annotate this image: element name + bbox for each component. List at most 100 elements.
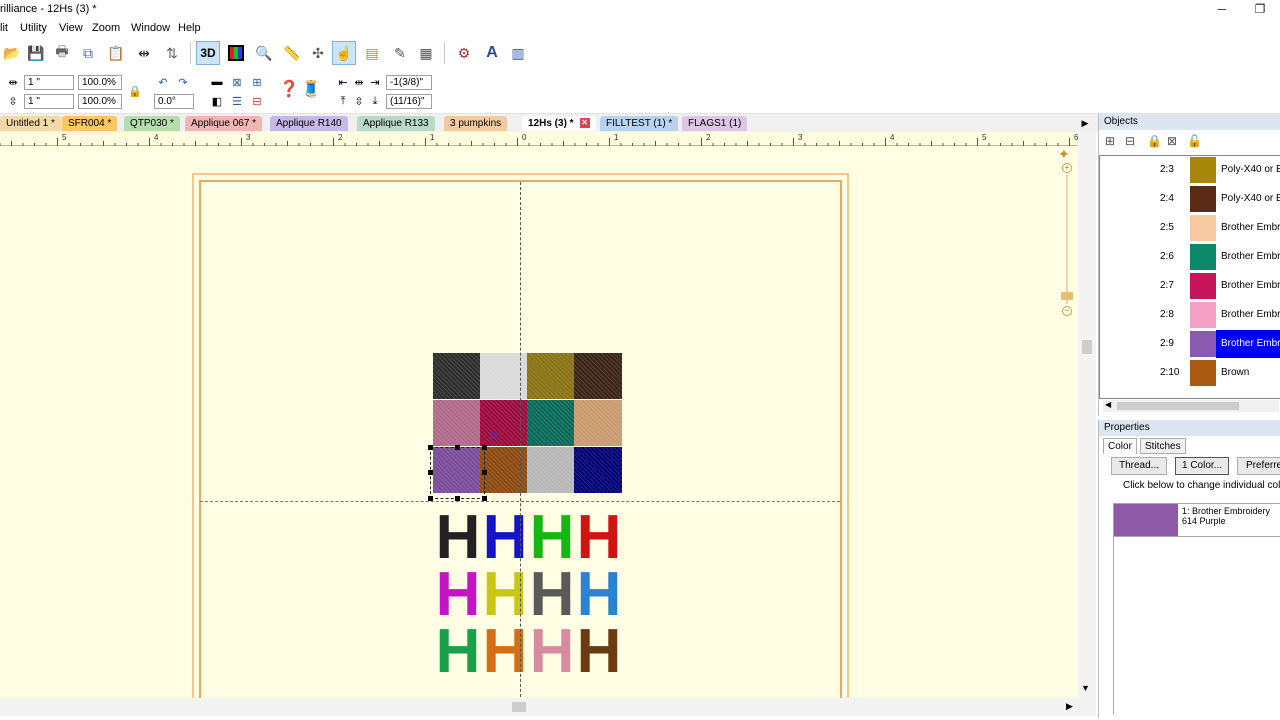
fit-icon[interactable]: ⊠ bbox=[228, 73, 246, 91]
color-swatch[interactable] bbox=[574, 400, 622, 446]
h-letter[interactable]: H bbox=[481, 621, 529, 683]
position-x-field[interactable]: -1(3/8)" bbox=[386, 75, 432, 90]
resize-handle[interactable] bbox=[428, 445, 433, 450]
align-left-icon[interactable]: ◧ bbox=[208, 92, 226, 110]
resize-handle[interactable] bbox=[428, 496, 433, 501]
gear-icon[interactable]: ⚙ bbox=[452, 41, 476, 65]
menu-help[interactable]: Help bbox=[178, 22, 201, 34]
preferences-button[interactable]: Preferre bbox=[1237, 457, 1280, 475]
h-letter[interactable]: H bbox=[528, 564, 576, 626]
height-percent-field[interactable]: 100.0% bbox=[78, 94, 122, 109]
h-letter[interactable]: H bbox=[575, 564, 623, 626]
export-icon[interactable]: ▥ bbox=[506, 41, 530, 65]
object-color-swatch[interactable] bbox=[1190, 244, 1216, 270]
menu-zoom[interactable]: Zoom bbox=[92, 22, 120, 34]
rotation-field[interactable]: 0.0° bbox=[154, 94, 194, 109]
open-folder-icon[interactable]: 📂 bbox=[0, 41, 24, 65]
lock-icon[interactable]: 🔒 bbox=[1147, 134, 1162, 148]
object-color-swatch[interactable] bbox=[1190, 331, 1216, 357]
resize-handle[interactable] bbox=[455, 496, 460, 501]
tab-3-pumpkins[interactable]: 3 pumpkins bbox=[444, 116, 508, 131]
resize-handle[interactable] bbox=[482, 496, 487, 501]
minimize-button[interactable]: ─ bbox=[1212, 2, 1232, 18]
text-icon[interactable]: A bbox=[480, 41, 504, 65]
rotation-center-marker[interactable] bbox=[490, 432, 497, 439]
horizontal-scrollbar[interactable]: ▶ bbox=[0, 698, 1096, 716]
tab-untitled-1[interactable]: Untitled 1 * bbox=[0, 116, 61, 131]
thread-button[interactable]: Thread... bbox=[1111, 457, 1167, 475]
object-name[interactable]: Brother Embr bbox=[1216, 214, 1280, 242]
lock-icon[interactable]: 🔒 bbox=[126, 82, 144, 100]
print-icon[interactable]: 🖶 bbox=[50, 41, 74, 65]
zoom-track[interactable] bbox=[1066, 174, 1068, 304]
menu-edit[interactable]: lit bbox=[0, 22, 8, 34]
vertical-scrollbar[interactable]: ▼ bbox=[1078, 132, 1096, 698]
horizontal-scroll-thumb[interactable] bbox=[512, 702, 526, 712]
tab-stitches[interactable]: Stitches bbox=[1140, 438, 1186, 454]
measure-icon[interactable]: 📏 bbox=[280, 41, 304, 65]
mirror-icon[interactable]: ⇹ bbox=[132, 41, 156, 65]
tab-filltest[interactable]: FILLTEST (1) * bbox=[600, 116, 679, 131]
tab-color[interactable]: Color bbox=[1103, 438, 1137, 454]
rotate-left-icon[interactable]: ↶ bbox=[154, 73, 172, 91]
align-top-icon[interactable]: ▬ bbox=[208, 73, 226, 91]
tab-applique-067[interactable]: Applique 067 * bbox=[185, 116, 263, 131]
selection-box[interactable] bbox=[430, 447, 485, 499]
close-tab-icon[interactable]: ✕ bbox=[579, 118, 590, 129]
color-swatch[interactable] bbox=[574, 353, 622, 399]
collapse-all-icon[interactable]: ⊟ bbox=[1125, 134, 1135, 148]
object-color-swatch[interactable] bbox=[1190, 215, 1216, 241]
object-name[interactable]: Brown bbox=[1216, 359, 1280, 387]
needle-icon[interactable]: ✎ bbox=[388, 41, 412, 65]
rotate-right-icon[interactable]: ↷ bbox=[174, 73, 192, 91]
object-row[interactable]: 2:10 Brown bbox=[1104, 359, 1280, 387]
color-swatch[interactable] bbox=[433, 400, 481, 446]
object-row[interactable]: 2:6 Brother Embr bbox=[1104, 243, 1280, 271]
h-letter[interactable]: H bbox=[575, 507, 623, 569]
h-letter[interactable]: H bbox=[434, 621, 482, 683]
object-row[interactable]: 2:8 Brother Embr bbox=[1104, 301, 1280, 329]
objects-list[interactable]: 2:3 Poly-X40 or Ex 2:4 Poly-X40 or Ex 2:5 Bro… bbox=[1099, 155, 1280, 399]
object-name[interactable]: Brother Embr bbox=[1216, 243, 1280, 271]
menu-utility[interactable]: Utility bbox=[20, 22, 47, 34]
objects-horizontal-scrollbar[interactable]: ◀ bbox=[1103, 400, 1279, 412]
color-swatch[interactable] bbox=[527, 447, 575, 493]
scroll-right-icon[interactable]: ▶ bbox=[1066, 701, 1073, 712]
menu-window[interactable]: Window bbox=[131, 22, 170, 34]
help-icon[interactable]: ❓ bbox=[279, 80, 299, 98]
scroll-down-icon[interactable]: ▼ bbox=[1081, 683, 1090, 693]
h-letter[interactable]: H bbox=[481, 507, 529, 569]
design-canvas[interactable]: HHHHHHHHHHHH bbox=[0, 146, 1078, 698]
h-letter[interactable]: H bbox=[528, 507, 576, 569]
tab-scroll-right-icon[interactable]: ▶ bbox=[1076, 114, 1094, 132]
expand-all-icon[interactable]: ⊞ bbox=[1105, 134, 1115, 148]
save-icon[interactable]: 💾 bbox=[24, 41, 48, 65]
h-letter[interactable]: H bbox=[434, 507, 482, 569]
magnifier-icon[interactable]: 🔍 bbox=[252, 41, 276, 65]
distribute-icon[interactable]: ☰ bbox=[228, 92, 246, 110]
properties-icon[interactable]: ▤ bbox=[360, 41, 384, 65]
zoom-slider[interactable]: ✦ + − bbox=[1058, 146, 1078, 326]
h-letter[interactable]: H bbox=[481, 564, 529, 626]
expand-icon[interactable]: ⊞ bbox=[248, 73, 266, 91]
tab-flags1[interactable]: FLAGS1 (1) bbox=[682, 116, 748, 131]
resize-handle[interactable] bbox=[482, 470, 487, 475]
color-swatch[interactable] bbox=[433, 353, 481, 399]
object-name[interactable]: Brother Embr bbox=[1216, 272, 1280, 300]
color-swatch[interactable] bbox=[574, 447, 622, 493]
align-right-edge-icon[interactable]: ⇥ bbox=[366, 73, 384, 91]
object-name[interactable]: Poly-X40 or Ex bbox=[1216, 185, 1280, 213]
restore-button[interactable]: ❐ bbox=[1250, 2, 1270, 18]
color-swatch[interactable] bbox=[527, 400, 575, 446]
object-row[interactable]: 2:7 Brother Embr bbox=[1104, 272, 1280, 300]
zoom-thumb[interactable] bbox=[1061, 292, 1073, 300]
one-color-button[interactable]: 1 Color... bbox=[1175, 457, 1229, 475]
object-name[interactable]: Brother Embr bbox=[1216, 330, 1280, 358]
copy-icon[interactable]: ⧉ bbox=[76, 41, 100, 65]
grid-icon[interactable]: ▦ bbox=[414, 41, 438, 65]
thread-color-swatch[interactable] bbox=[1114, 504, 1178, 536]
height-field[interactable]: 1 " bbox=[24, 94, 74, 109]
object-color-swatch[interactable] bbox=[1190, 360, 1216, 386]
paste-icon[interactable]: 📋 bbox=[104, 41, 128, 65]
h-letter[interactable]: H bbox=[575, 621, 623, 683]
